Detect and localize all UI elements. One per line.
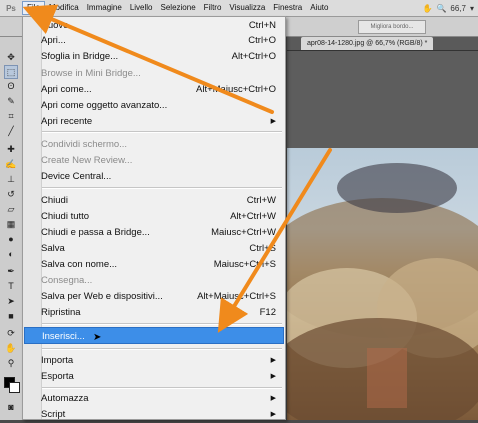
menu-item-chiudi[interactable]: Chiudi Ctrl+W: [24, 192, 284, 209]
menu-file[interactable]: File: [22, 1, 45, 15]
lasso-tool-icon[interactable]: ʘ: [5, 80, 17, 92]
zoom-tool-icon[interactable]: 🔍: [436, 4, 446, 13]
quick-mask-icon[interactable]: ◙: [5, 401, 17, 413]
menu-item-salva-con-nome[interactable]: Salva con nome... Maiusc+Ctrl+S: [24, 256, 284, 273]
submenu-arrow-icon: ▶: [270, 411, 276, 418]
path-selection-tool-icon[interactable]: ➤: [5, 295, 17, 307]
mouse-cursor-icon: ➤: [93, 332, 102, 343]
3d-rotate-tool-icon[interactable]: ⟳: [5, 327, 17, 339]
menu-immagine[interactable]: Immagine: [83, 1, 126, 15]
brush-tool-icon[interactable]: ✍: [5, 158, 17, 170]
submenu-arrow-icon: ▶: [270, 357, 276, 364]
document-tab[interactable]: apr08-14-1280.jpg @ 66,7% (RGB/8) *: [301, 37, 434, 50]
menu-item-apri[interactable]: Apri... Ctrl+O: [24, 32, 284, 49]
eyedropper-tool-icon[interactable]: ╱: [5, 125, 17, 137]
menu-item-ripristina[interactable]: Ripristina F12: [24, 304, 284, 321]
blur-tool-icon[interactable]: ●: [5, 233, 17, 245]
file-menu: Nuovo... Ctrl+N Apri... Ctrl+O Sfoglia i…: [22, 16, 286, 420]
move-tool-icon[interactable]: ✥: [5, 51, 17, 63]
chevron-down-icon[interactable]: ▾: [470, 4, 474, 13]
menu-item-automazza[interactable]: Automazza ▶: [24, 390, 284, 407]
zoom-tool-icon[interactable]: ⚲: [5, 357, 17, 369]
zoom-level[interactable]: 66,7: [450, 4, 466, 13]
gradient-tool-icon[interactable]: ▦: [5, 218, 17, 230]
menu-item-importa[interactable]: Importa ▶: [24, 352, 284, 369]
submenu-arrow-icon: ▶: [270, 395, 276, 402]
menu-item-sfoglia-bridge[interactable]: Sfoglia in Bridge... Alt+Ctrl+O: [24, 48, 284, 65]
submenu-arrow-icon: ▶: [270, 373, 276, 380]
marquee-tool-icon[interactable]: ⬚: [4, 65, 18, 79]
eraser-tool-icon[interactable]: ▱: [5, 203, 17, 215]
menu-modifica[interactable]: Modifica: [45, 1, 83, 15]
menu-item-esporta[interactable]: Esporta ▶: [24, 368, 284, 385]
hand-tool-icon[interactable]: ✋: [422, 4, 432, 13]
menu-item-condividi-schermo[interactable]: Condividi schermo...: [24, 136, 284, 153]
menu-separator: [42, 323, 282, 325]
menu-item-inserisci[interactable]: Inserisci...: [24, 327, 284, 344]
menu-selezione[interactable]: Selezione: [157, 1, 200, 15]
menu-item-consegna[interactable]: Consegna...: [24, 272, 284, 289]
menu-item-apri-oggetto-avanzato[interactable]: Apri come oggetto avanzato...: [24, 97, 284, 114]
menu-item-device-central[interactable]: Device Central...: [24, 168, 284, 185]
background-color-swatch[interactable]: [9, 382, 20, 393]
menu-finestra[interactable]: Finestra: [269, 1, 306, 15]
type-tool-icon[interactable]: T: [5, 280, 17, 292]
dodge-tool-icon[interactable]: ◐: [5, 248, 17, 260]
history-brush-icon[interactable]: ↺: [5, 188, 17, 200]
shape-tool-icon[interactable]: ■: [5, 310, 17, 322]
photo-content: [287, 163, 478, 420]
photoshop-logo: Ps: [6, 3, 16, 13]
menu-aiuto[interactable]: Aiuto: [306, 1, 332, 15]
menu-item-chiudi-tutto[interactable]: Chiudi tutto Alt+Ctrl+W: [24, 208, 284, 225]
menu-separator: [42, 187, 282, 189]
menu-item-chiudi-passa-bridge[interactable]: Chiudi e passa a Bridge... Maiusc+Ctrl+W: [24, 224, 284, 241]
menu-visualizza[interactable]: Visualizza: [225, 1, 269, 15]
hand-tool-icon[interactable]: ✋: [5, 342, 17, 354]
menu-item-script[interactable]: Script ▶: [24, 406, 284, 423]
menu-item-apri-recente[interactable]: Apri recente ▶: [24, 113, 284, 130]
healing-brush-icon[interactable]: ✚: [5, 143, 17, 155]
menu-item-browse-mini-bridge[interactable]: Browse in Mini Bridge...: [24, 65, 284, 82]
tools-panel: ✥ ⬚ ʘ ✎ ⌗ ╱ ✚ ✍ ⊥ ↺ ▱ ▦ ● ◐ ✒ T ➤ ■ ⟳ ✋ …: [0, 37, 23, 420]
menu-item-salva-web[interactable]: Salva per Web e dispositivi... Alt+Maius…: [24, 288, 284, 305]
quick-selection-tool-icon[interactable]: ✎: [5, 95, 17, 107]
menu-item-apri-come[interactable]: Apri come... Alt+Maiusc+Ctrl+O: [24, 81, 284, 98]
menu-livello[interactable]: Livello: [126, 1, 157, 15]
clone-stamp-icon[interactable]: ⊥: [5, 173, 17, 185]
menu-separator: [42, 131, 282, 133]
menu-separator: [42, 348, 282, 350]
menu-item-salva[interactable]: Salva Ctrl+S: [24, 240, 284, 257]
menu-bar: Ps File Modifica Immagine Livello Selezi…: [0, 0, 478, 17]
menu-separator: [42, 387, 282, 389]
submenu-arrow-icon: ▶: [270, 118, 276, 125]
menu-item-create-new-review[interactable]: Create New Review...: [24, 152, 284, 169]
pen-tool-icon[interactable]: ✒: [5, 265, 17, 277]
crop-tool-icon[interactable]: ⌗: [5, 110, 17, 122]
refine-edge-button[interactable]: Migliora bordo...: [358, 20, 426, 34]
menu-filtro[interactable]: Filtro: [200, 1, 226, 15]
document-image: [287, 148, 478, 420]
